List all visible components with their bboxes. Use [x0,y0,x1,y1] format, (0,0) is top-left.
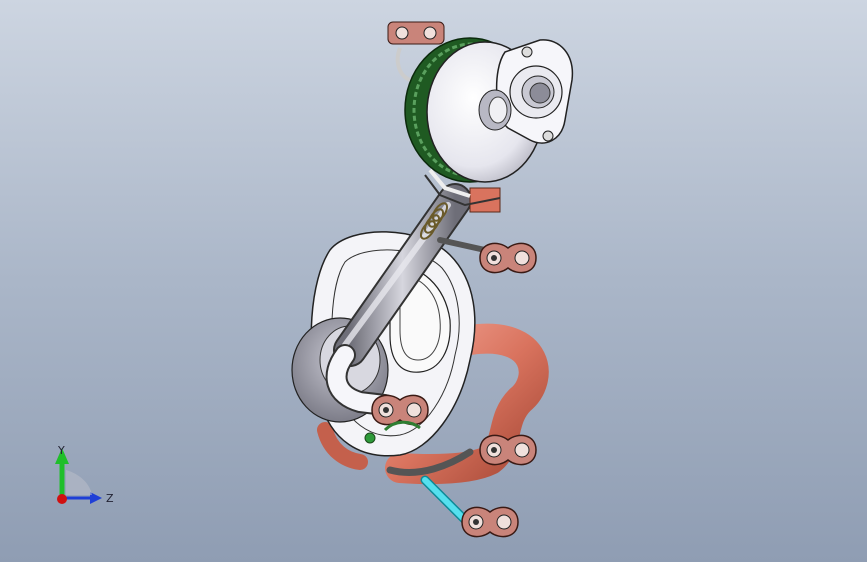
rubber-hanger-2 [371,394,429,426]
rubber-hanger-4 [461,506,519,538]
hanger-rod-top [437,237,488,253]
exhaust-assembly-model[interactable] [0,0,867,562]
z-axis-label: Z [106,492,114,505]
cad-viewport[interactable]: Y Z [0,0,867,562]
z-axis-arrow [90,492,102,504]
outlet-flange [495,39,574,144]
coordinate-triad: Y Z [55,444,114,505]
top-muffler [387,21,574,207]
rubber-hanger-1 [479,242,537,274]
y-axis-label: Y [57,444,65,457]
rubber-hanger-3 [479,434,537,466]
origin-marker [57,494,67,504]
